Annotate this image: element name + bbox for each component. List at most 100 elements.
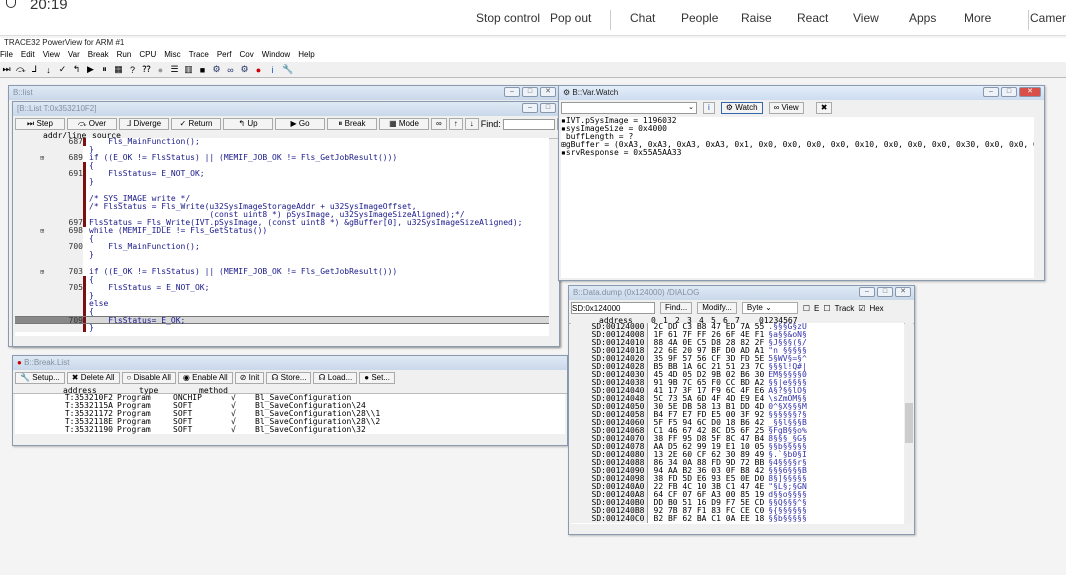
menu-perf[interactable]: Perf <box>217 50 232 62</box>
up-arrow-icon[interactable]: ↑ <box>448 118 463 130</box>
store-button[interactable]: ☊ Store... <box>266 372 312 384</box>
source-line[interactable]: 705 FlsStatus = E_NOT_OK; <box>15 283 549 292</box>
source-line[interactable]: } <box>15 324 549 333</box>
meeting-stop-control-button[interactable]: Stop control <box>476 11 540 25</box>
register-icon[interactable]: ▥ <box>184 64 193 75</box>
dump-row[interactable]: SD:001240C0 B2 BF 62 BA C1 0A EE 18 §§b§§§… <box>571 515 809 523</box>
meeting-camera-button[interactable]: Camera <box>1030 11 1066 25</box>
dump-scrollbar[interactable] <box>905 323 913 524</box>
breakpoint-icon[interactable]: ● <box>254 65 263 75</box>
wrench-icon[interactable]: 🔧 <box>282 64 293 75</box>
source-line[interactable]: 703 ⊞ if ((E_OK != FlsStatus) || (MEMIF_JO… <box>15 267 549 276</box>
return-button[interactable]: ✓ Return <box>171 118 221 130</box>
find-input[interactable] <box>502 118 555 130</box>
source-code-view[interactable]: 687 Fls_MainFunction();} 689 ⊞ if ((E_OK !=… <box>15 138 549 336</box>
diverge-icon[interactable]: ⅃ <box>30 64 39 75</box>
over-icon[interactable]: ⤼ <box>16 64 26 75</box>
minimize-button[interactable]: – <box>522 103 538 113</box>
var-icon[interactable]: ⚙ <box>240 64 249 75</box>
source-line[interactable]: else <box>15 299 549 308</box>
minimize-button[interactable]: – <box>504 87 520 97</box>
modify-button[interactable]: Modify... <box>697 302 737 314</box>
info-icon[interactable]: i <box>268 65 277 75</box>
info-button[interactable]: i <box>703 102 715 114</box>
stop-icon[interactable]: ● <box>156 65 165 75</box>
step-button[interactable]: ⏭ Step <box>15 118 65 130</box>
mode-icon[interactable]: ▦ <box>114 64 123 75</box>
menu-edit[interactable]: Edit <box>21 50 35 62</box>
source-line[interactable]: 691 FlsStatus= E_NOT_OK; <box>15 170 549 179</box>
source-line[interactable]: } <box>15 251 549 260</box>
init-button[interactable]: ⊘ Init <box>234 372 265 384</box>
down-arrow-icon[interactable]: ↓ <box>44 65 53 75</box>
expand-icon[interactable]: ⊞ <box>40 268 44 276</box>
meeting-react-button[interactable]: React <box>797 11 828 25</box>
enable-all-button[interactable]: ◉ Enable All <box>177 372 233 384</box>
source-line[interactable]: 687 Fls_MainFunction(); <box>15 138 549 147</box>
minimize-button[interactable]: – <box>983 87 999 97</box>
set-button[interactable]: ● Set... <box>359 372 395 384</box>
delete-all-button[interactable]: ✖ Delete All <box>66 372 120 384</box>
view-button[interactable]: ∞ View <box>768 102 804 114</box>
close-button[interactable]: ✕ <box>895 287 911 297</box>
watch-item[interactable]: ▪srvResponse = 0x55A5AA33 <box>561 149 1034 157</box>
watch-button[interactable]: ⚙ Watch <box>720 102 763 114</box>
meeting-chat-button[interactable]: Chat <box>630 11 655 25</box>
source-line[interactable]: { <box>15 307 549 317</box>
source-line[interactable]: 700 Fls_MainFunction(); <box>15 243 549 252</box>
source-line[interactable]: 698 ⊞ while (MEMIF_IDLE != Fls_GetStatus()… <box>15 226 549 236</box>
step-icon[interactable]: ⏭ <box>2 64 11 75</box>
menu-cpu[interactable]: CPU <box>139 50 156 62</box>
break-button[interactable]: ⏸ Break <box>327 118 377 130</box>
go-button[interactable]: ▶ Go <box>275 118 325 130</box>
up-icon[interactable]: ↰ <box>72 64 81 75</box>
close-button[interactable]: ✕ <box>540 87 556 97</box>
list-icon[interactable]: ☰ <box>170 64 179 75</box>
meeting-more-button[interactable]: More <box>964 11 991 25</box>
watch-expression-dropdown[interactable]: ⌄ <box>561 102 697 114</box>
checkbox-hex[interactable]: ☑ <box>858 304 865 313</box>
maximize-button[interactable]: □ <box>540 103 556 113</box>
menu-misc[interactable]: Misc <box>164 50 180 62</box>
menu-cov[interactable]: Cov <box>240 50 254 62</box>
expand-icon[interactable]: ⊞ <box>40 154 44 162</box>
meeting-raise-button[interactable]: Raise <box>741 11 772 25</box>
disable-all-button[interactable]: ○ Disable All <box>121 372 176 384</box>
diverge-button[interactable]: ⅃ Diverge <box>119 118 169 130</box>
menu-window[interactable]: Window <box>262 50 290 62</box>
menu-var[interactable]: Var <box>68 50 80 62</box>
mode-button[interactable]: ▦ Mode <box>379 118 429 130</box>
go-icon[interactable]: ▶ <box>86 64 95 75</box>
check-icon[interactable]: ✓ <box>58 64 67 75</box>
menu-run[interactable]: Run <box>117 50 132 62</box>
meeting-view-button[interactable]: View <box>853 11 879 25</box>
over-button[interactable]: ⤼ Over <box>67 118 117 130</box>
up-button[interactable]: ↰ Up <box>223 118 273 130</box>
view-icon[interactable]: ∞ <box>226 65 235 75</box>
context-help-icon[interactable]: ⁇ <box>142 64 151 75</box>
dump-table[interactable]: SD:00124000 2C DD C3 B8 47 ED 7A 55 .§§§G§… <box>571 323 904 524</box>
expand-icon[interactable]: ⊞ <box>40 227 44 235</box>
meeting-apps-button[interactable]: Apps <box>909 11 936 25</box>
breakpoint-row[interactable]: T:35321190 Program SOFT √ Bl_SaveConfigurati… <box>15 426 513 434</box>
menu-trace[interactable]: Trace <box>189 50 209 62</box>
watch-list[interactable]: ▪IVT.pSysImage = 1196032 ▪sysImageSize = … <box>561 117 1034 278</box>
find-button[interactable]: Find... <box>660 302 693 314</box>
menu-help[interactable]: Help <box>298 50 314 62</box>
down-arrow-icon[interactable]: ↓ <box>464 118 479 130</box>
memory-icon[interactable]: ■ <box>198 65 207 75</box>
source-line[interactable]: 709 FlsStatus= E_OK; <box>15 316 549 325</box>
address-input[interactable] <box>571 302 655 314</box>
checkbox-track[interactable]: ☐ <box>823 304 830 313</box>
minimize-button[interactable]: – <box>859 287 875 297</box>
close-button[interactable]: ✕ <box>1019 87 1041 97</box>
checkbox-e[interactable]: ☐ <box>803 304 810 313</box>
menu-break[interactable]: Break <box>88 50 109 62</box>
watch-icon[interactable]: ⚙ <box>212 64 221 75</box>
view-icon[interactable]: ∞ <box>431 118 447 130</box>
maximize-button[interactable]: □ <box>877 287 893 297</box>
maximize-button[interactable]: □ <box>522 87 538 97</box>
load-button[interactable]: ☊ Load... <box>313 372 358 384</box>
meeting-people-button[interactable]: People <box>681 11 718 25</box>
menu-file[interactable]: File <box>0 50 13 62</box>
